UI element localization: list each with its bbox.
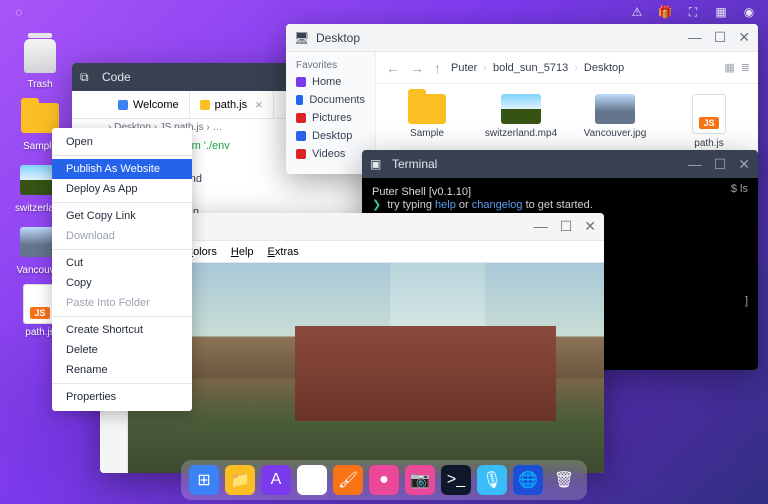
ctx-paste into folder: Paste Into Folder [52, 293, 192, 313]
maximize-button[interactable]: ☐ [714, 156, 727, 173]
dock-files[interactable]: 📁 [225, 465, 255, 495]
ctx-delete[interactable]: Delete [52, 340, 192, 360]
sidebar-item-home[interactable]: Home [286, 73, 375, 91]
code-tab-welcome[interactable]: Welcome [108, 91, 190, 118]
menu-separator [52, 316, 192, 317]
dock-paint[interactable]: 🖌 [333, 465, 363, 495]
gift-icon[interactable]: 🎁 [658, 5, 672, 19]
dock-cube[interactable]: ◧ [297, 465, 327, 495]
close-button[interactable]: ✕ [584, 218, 596, 235]
dock-trash[interactable]: 🗑 [549, 465, 579, 495]
desk-icon [296, 131, 306, 141]
fullscreen-icon[interactable]: ⛶ [686, 5, 700, 19]
maximize-button[interactable]: ☐ [560, 218, 573, 235]
menu-separator [52, 155, 192, 156]
img-canvas[interactable] [128, 263, 604, 473]
term-prompt-icon: ❯ [372, 199, 381, 211]
minimize-button[interactable]: — [688, 29, 702, 46]
close-icon[interactable]: × [255, 97, 263, 112]
welcome-icon [118, 100, 128, 110]
fm-favorites-header: Favorites [286, 58, 375, 73]
img-menu-help[interactable]: Help [231, 246, 254, 258]
code-tab-pathjs[interactable]: path.js × [190, 91, 274, 118]
logo-icon[interactable]: ◌ [12, 5, 26, 19]
ctx-publish as website[interactable]: Publish As Website [52, 159, 192, 179]
menubar: ◌ ⚠ 🎁 ⛶ ▦ ◉ [0, 0, 768, 24]
ctx-open[interactable]: Open [52, 132, 192, 152]
nav-back-icon[interactable]: ← [386, 60, 400, 76]
img-menu-extras[interactable]: Extras [268, 246, 299, 258]
ctx-download: Download [52, 226, 192, 246]
desktop-icon-trash[interactable]: Trash [12, 36, 68, 90]
fm-toolbar: ← → ↑ Puter›bold_sun_5713›Desktop ▦ ≣ [376, 52, 758, 84]
desktop-icon: 🖥 [294, 31, 308, 45]
ctx-deploy as app[interactable]: Deploy As App [52, 179, 192, 199]
dock-recorder[interactable]: ● [369, 465, 399, 495]
dock-text[interactable]: A [261, 465, 291, 495]
ctx-properties[interactable]: Properties [52, 387, 192, 407]
pic-icon [296, 113, 306, 123]
menu-separator [52, 202, 192, 203]
qr-icon[interactable]: ▦ [714, 5, 728, 19]
menu-separator [52, 249, 192, 250]
dock-mic[interactable]: 🎙 [477, 465, 507, 495]
dock-globe[interactable]: 🌐 [513, 465, 543, 495]
fm-breadcrumbs[interactable]: Puter›bold_sun_5713›Desktop [451, 62, 624, 74]
context-menu: Open Publish As WebsiteDeploy As App Get C… [52, 128, 192, 411]
dock: ⊞📁A◧🖌●📷>_🎙🌐🗑 [181, 460, 587, 500]
ctx-cut[interactable]: Cut [52, 253, 192, 273]
nav-up-icon[interactable]: ↑ [434, 60, 441, 76]
term-titlebar[interactable]: ▣ Terminal — ☐ ✕ [362, 150, 758, 178]
fm-titlebar[interactable]: 🖥 Desktop — ☐ ✕ [286, 24, 758, 52]
sidebar-item-desktop[interactable]: Desktop [286, 127, 375, 145]
sidebar-item-pictures[interactable]: Pictures [286, 109, 375, 127]
alert-icon[interactable]: ⚠ [630, 5, 644, 19]
js-icon [200, 100, 210, 110]
ctx-copy[interactable]: Copy [52, 273, 192, 293]
ctx-rename[interactable]: Rename [52, 360, 192, 380]
view-grid-icon[interactable]: ▦ [724, 61, 734, 74]
close-button[interactable]: ✕ [738, 29, 750, 46]
close-button[interactable]: ✕ [738, 156, 750, 173]
doc-icon [296, 95, 303, 105]
code-icon: ⧉ [80, 70, 94, 84]
ctx-create shortcut[interactable]: Create Shortcut [52, 320, 192, 340]
term-title: Terminal [392, 157, 680, 171]
nav-forward-icon[interactable]: → [410, 60, 424, 76]
dock-apps[interactable]: ⊞ [189, 465, 219, 495]
sidebar-item-documents[interactable]: Documents [286, 91, 375, 109]
dock-terminal[interactable]: >_ [441, 465, 471, 495]
fm-title: Desktop [316, 31, 680, 45]
view-list-icon[interactable]: ≣ [741, 61, 750, 74]
ctx-get copy link[interactable]: Get Copy Link [52, 206, 192, 226]
minimize-button[interactable]: — [688, 156, 702, 173]
user-icon[interactable]: ◉ [742, 5, 756, 19]
home-icon [296, 77, 306, 87]
dock-camera[interactable]: 📷 [405, 465, 435, 495]
vid-icon [296, 149, 306, 159]
menu-separator [52, 383, 192, 384]
trash-icon [20, 36, 60, 76]
terminal-icon: ▣ [370, 157, 384, 171]
minimize-button[interactable]: — [534, 218, 548, 235]
maximize-button[interactable]: ☐ [714, 29, 727, 46]
